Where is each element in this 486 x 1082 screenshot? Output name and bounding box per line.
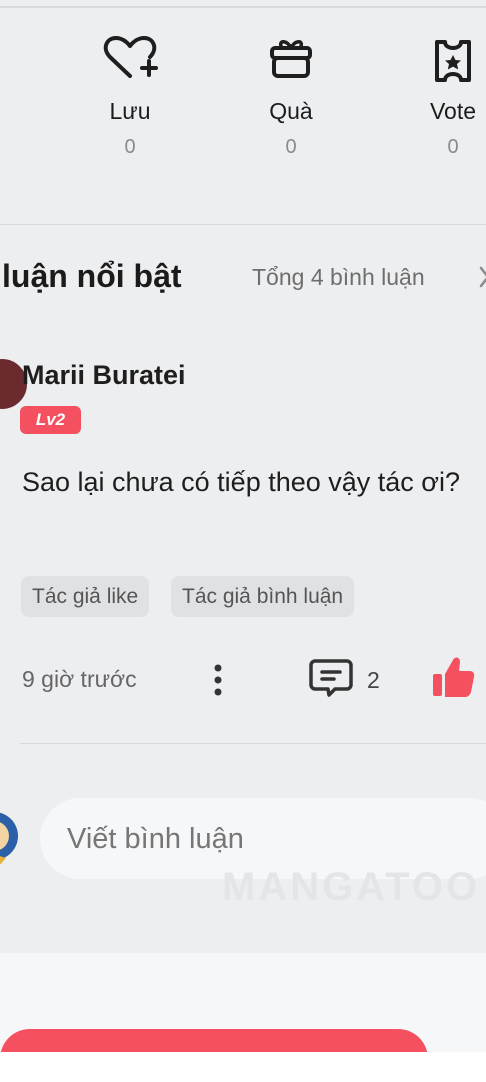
commenter-name[interactable]: Marii Buratei	[22, 360, 186, 391]
top-divider	[0, 6, 486, 8]
save-label: Lưu	[109, 98, 151, 124]
comment-input-placeholder: Viết bình luận	[67, 823, 244, 855]
gift-action[interactable]: Quà 0	[231, 30, 351, 160]
chevron-right-icon[interactable]	[478, 262, 486, 297]
save-action[interactable]: Lưu 0	[70, 30, 190, 160]
comment-time: 9 giờ trước	[22, 666, 137, 692]
section-title: luận nổi bật	[2, 258, 182, 294]
save-count: 0	[124, 136, 136, 158]
tag-author-like: Tác giả like	[21, 576, 150, 617]
vote-action[interactable]: Vote 0	[393, 30, 486, 160]
user-avatar	[0, 800, 20, 880]
section-divider	[0, 224, 486, 225]
heart-plus-icon	[70, 30, 190, 96]
watermark: MANGATOO	[222, 865, 481, 909]
comment-divider	[20, 743, 486, 744]
comment-icon[interactable]	[309, 657, 355, 704]
vote-label: Vote	[429, 98, 477, 124]
thumbs-up-icon[interactable]	[430, 654, 476, 705]
gift-label: Quà	[269, 98, 313, 124]
comments-page: Lưu 0 Quà 0 Vote 0 luận nổi bật Tổng 4 b…	[0, 0, 486, 1082]
ticket-star-icon	[393, 30, 486, 96]
bottom-bar	[0, 1052, 486, 1082]
gift-count: 0	[285, 136, 297, 158]
level-badge: Lv2	[20, 406, 81, 434]
more-vertical-icon[interactable]	[212, 660, 224, 705]
vote-count: 0	[447, 136, 459, 158]
total-comments-link[interactable]: Tổng 4 bình luận	[252, 264, 425, 291]
comment-text: Sao lại chưa có tiếp theo vậy tác ơi?	[22, 467, 461, 497]
reply-count: 2	[367, 667, 380, 693]
gift-icon	[231, 30, 351, 96]
tag-author-comment: Tác giả bình luận	[171, 576, 355, 617]
